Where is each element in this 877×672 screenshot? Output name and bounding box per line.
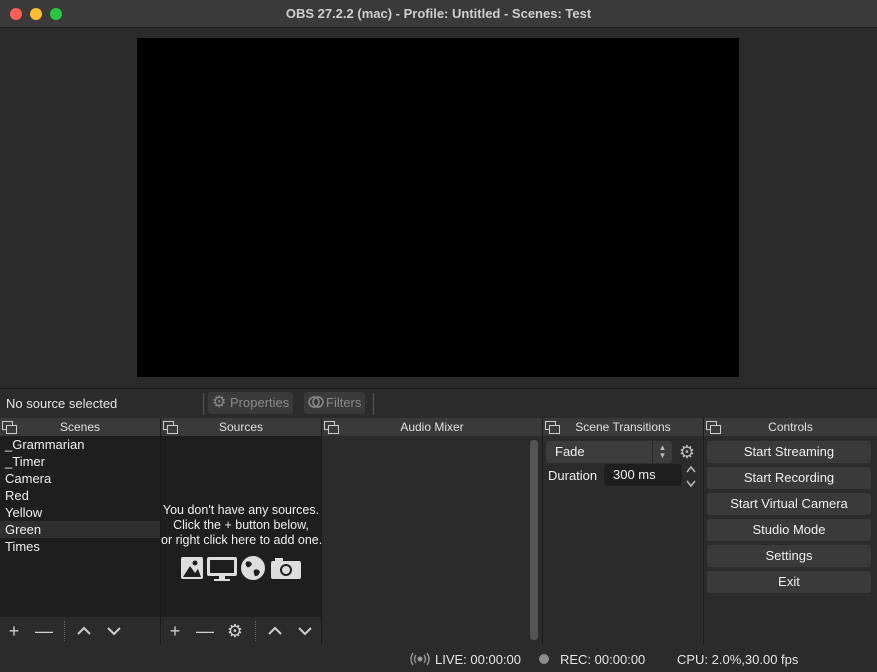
image-icon xyxy=(180,554,204,582)
source-status: No source selected xyxy=(6,396,118,411)
duration-label: Duration xyxy=(548,468,598,483)
sources-title: Sources xyxy=(218,420,264,434)
undock-icon[interactable] xyxy=(163,421,178,434)
mixer-scrollbar[interactable] xyxy=(530,440,538,640)
scene-transitions-dock: Scene Transitions Fade ▲ ▼ ⚙ Duration 300… xyxy=(543,418,704,645)
source-list[interactable]: You don't have any sources. Click the + … xyxy=(161,436,323,617)
audio-mixer-header: Audio Mixer xyxy=(322,418,542,436)
source-toolbar: No source selected ⚙ Properties Filters xyxy=(0,388,877,418)
move-source-up-button[interactable] xyxy=(265,621,285,641)
scene-transitions-header: Scene Transitions xyxy=(543,418,703,436)
live-timer: LIVE: 00:00:00 xyxy=(435,652,522,667)
scenes-title: Scenes xyxy=(59,420,101,434)
controls-title: Controls xyxy=(768,420,813,434)
scenes-dock: Scenes _Grammarian _Timer Camera Red Yellow G… xyxy=(0,418,161,645)
rec-timer: REC: 00:00:00 xyxy=(560,652,646,667)
source-type-icons xyxy=(180,554,302,582)
broadcast-icon xyxy=(410,651,430,670)
empty-line: or right click here to add one. xyxy=(161,533,323,547)
start-virtual-camera-button[interactable]: Start Virtual Camera xyxy=(707,493,871,515)
duration-stepper[interactable] xyxy=(684,464,698,488)
toolbar-divider xyxy=(373,393,374,415)
move-scene-down-button[interactable] xyxy=(104,621,124,641)
display-icon xyxy=(206,554,238,582)
scene-list-item[interactable]: Green xyxy=(0,521,160,538)
window-title: OBS 27.2.2 (mac) - Profile: Untitled - S… xyxy=(285,6,592,21)
scene-list-item[interactable]: Red xyxy=(0,487,160,504)
empty-sources-message: You don't have any sources. Click the + … xyxy=(161,503,323,548)
sources-dock: Sources You don't have any sources. Clic… xyxy=(161,418,322,645)
remove-scene-button[interactable]: — xyxy=(34,621,54,641)
stepper-up-icon[interactable] xyxy=(684,464,698,478)
scene-list: _Grammarian _Timer Camera Red Yellow Green Tim… xyxy=(0,436,160,617)
sources-dock-header: Sources xyxy=(161,418,321,436)
scene-list-item[interactable]: Times xyxy=(0,538,160,555)
exit-button[interactable]: Exit xyxy=(707,571,871,593)
filters-button[interactable]: Filters xyxy=(304,392,366,415)
filters-label: Filters xyxy=(326,395,362,410)
transition-selected-value: Fade xyxy=(555,444,585,459)
preview-canvas[interactable] xyxy=(137,38,739,377)
settings-button[interactable]: Settings xyxy=(707,545,871,567)
gear-icon: ⚙ xyxy=(212,394,227,411)
scene-list-item[interactable]: Camera xyxy=(0,470,160,487)
undock-icon[interactable] xyxy=(545,421,560,434)
toolbar-divider xyxy=(203,393,204,415)
scene-list-item[interactable]: _Grammarian xyxy=(0,436,160,453)
empty-line: Click the + button below, xyxy=(173,518,309,532)
move-source-down-button[interactable] xyxy=(295,621,315,641)
undock-icon[interactable] xyxy=(2,421,17,434)
status-bar: LIVE: 00:00:00 REC: 00:00:00 CPU: 2.0%,3… xyxy=(0,645,877,672)
move-scene-up-button[interactable] xyxy=(74,621,94,641)
properties-label: Properties xyxy=(230,395,290,410)
audio-mixer-dock: Audio Mixer xyxy=(322,418,543,645)
filters-icon xyxy=(308,394,324,415)
duration-input[interactable]: 300 ms xyxy=(604,464,682,486)
undock-icon[interactable] xyxy=(706,421,721,434)
remove-source-button[interactable]: — xyxy=(195,621,215,641)
source-properties-button[interactable]: ⚙ xyxy=(225,621,245,641)
properties-button[interactable]: ⚙ Properties xyxy=(208,392,294,414)
preview-area xyxy=(0,28,877,388)
cpu-fps-readout: CPU: 2.0%,30.00 fps xyxy=(677,652,799,667)
sources-toolbar: + — ⚙ xyxy=(161,617,321,645)
controls-dock: Controls Start Streaming Start Recording… xyxy=(704,418,877,645)
scene-list-item[interactable]: Yellow xyxy=(0,504,160,521)
camera-icon xyxy=(270,554,302,582)
transition-select[interactable]: Fade ▲ ▼ xyxy=(546,441,672,463)
record-indicator-icon xyxy=(539,654,549,664)
scenes-dock-header: Scenes xyxy=(0,418,160,436)
studio-mode-button[interactable]: Studio Mode xyxy=(707,519,871,541)
scene-transitions-title: Scene Transitions xyxy=(575,420,671,434)
add-scene-button[interactable]: + xyxy=(4,621,24,641)
stepper-down-icon[interactable] xyxy=(684,478,698,492)
scenes-toolbar: + — xyxy=(0,617,160,645)
transition-settings-gear-icon[interactable]: ⚙ xyxy=(677,442,697,462)
title-bar: OBS 27.2.2 (mac) - Profile: Untitled - S… xyxy=(0,0,877,28)
start-recording-button[interactable]: Start Recording xyxy=(707,467,871,489)
toolbar-divider xyxy=(255,621,256,641)
undock-icon[interactable] xyxy=(324,421,339,434)
browser-globe-icon xyxy=(240,554,266,582)
add-source-button[interactable]: + xyxy=(165,621,185,641)
empty-line: You don't have any sources. xyxy=(162,503,320,517)
scene-list-item[interactable]: _Timer xyxy=(0,453,160,470)
audio-mixer-title: Audio Mixer xyxy=(400,420,464,434)
toolbar-divider xyxy=(64,621,65,641)
controls-header: Controls xyxy=(704,418,877,436)
chevron-updown-icon: ▲ ▼ xyxy=(652,441,672,463)
start-streaming-button[interactable]: Start Streaming xyxy=(707,441,871,463)
